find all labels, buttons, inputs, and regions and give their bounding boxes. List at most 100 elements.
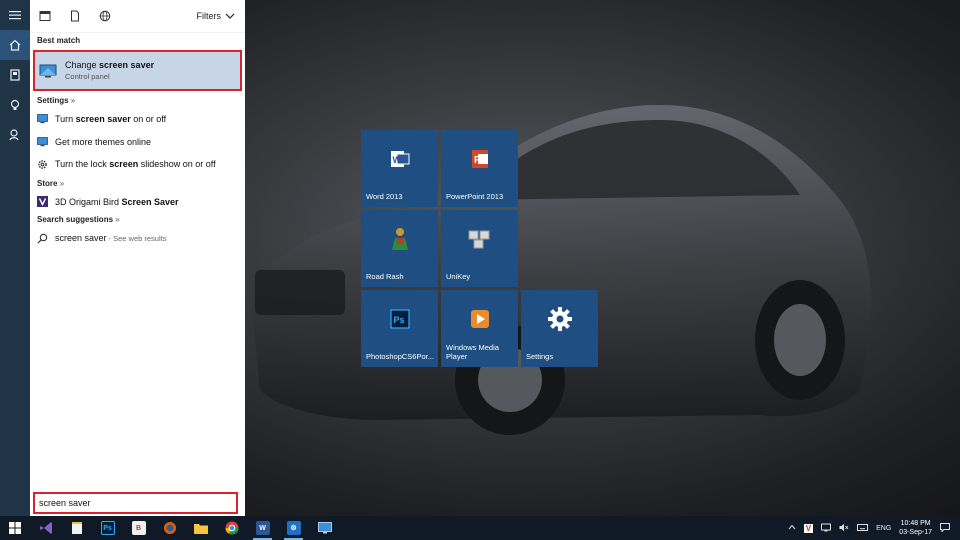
- result-text: Turn the lock screen slideshow on or off: [55, 159, 216, 170]
- taskbar-chrome[interactable]: [216, 516, 247, 540]
- word-icon: W: [255, 521, 270, 535]
- feedback-button[interactable]: [0, 120, 30, 150]
- tile-label: UniKey: [446, 272, 471, 281]
- search-suggestions-heading[interactable]: Search suggestions »: [30, 213, 245, 227]
- tile-word-2013[interactable]: W Word 2013: [361, 130, 438, 207]
- search-input[interactable]: screen saver: [33, 492, 238, 514]
- taskbar-visual-studio[interactable]: [30, 516, 61, 540]
- photoshop-icon: Ps: [100, 521, 115, 535]
- unikey-tray-badge[interactable]: V: [803, 523, 814, 533]
- road-rash-icon: [391, 228, 408, 251]
- chevron-down-icon: [225, 13, 235, 19]
- search-icon: [37, 233, 48, 244]
- show-hidden-icons-chevron-icon[interactable]: [788, 524, 796, 532]
- suggestion-query: screen saver: [55, 233, 107, 244]
- tile-windows-media-player[interactable]: Windows Media Player: [441, 290, 518, 367]
- car-wallpaper-image: [250, 105, 872, 435]
- display-icon: [37, 114, 48, 125]
- windows-logo-icon: [9, 522, 21, 534]
- tile-label: Settings: [526, 352, 554, 361]
- taskbar-file-explorer[interactable]: [185, 516, 216, 540]
- result-text: Turn screen saver on or off: [55, 114, 167, 125]
- settings-result-get-more-themes[interactable]: Get more themes online: [30, 131, 245, 154]
- store-result-origami-bird[interactable]: 3D Origami Bird Screen Saver: [30, 191, 245, 214]
- start-button[interactable]: [0, 516, 30, 540]
- web-filter-icon[interactable]: [98, 9, 112, 23]
- gear-icon: [547, 307, 572, 332]
- file-explorer-icon: [193, 524, 208, 534]
- tile-label: Road Rash: [366, 272, 404, 281]
- screen-saver-icon: [39, 64, 57, 77]
- tile-photoshop[interactable]: Ps PhotoshopCS6Por...: [361, 290, 438, 367]
- tips-button[interactable]: [0, 90, 30, 120]
- control-panel-icon: [317, 522, 332, 534]
- taskbar-notepad[interactable]: [61, 516, 92, 540]
- best-match-title: Change screen saver: [65, 60, 155, 70]
- gear-icon: [37, 159, 48, 170]
- store-app-icon: [37, 196, 48, 208]
- filters-label: Filters: [196, 11, 222, 21]
- best-match-heading: Best match: [37, 36, 81, 45]
- best-match-result[interactable]: Change screen saver Control panel: [33, 50, 242, 91]
- visual-studio-icon: [39, 522, 52, 534]
- taskbar-firefox[interactable]: [154, 516, 185, 540]
- web-suggestion-result[interactable]: screen saver - See web results: [30, 227, 245, 250]
- lightbulb-icon: [10, 99, 20, 110]
- clock-date: 03-Sep-17: [899, 529, 932, 536]
- word-icon: W: [390, 151, 409, 168]
- notepad-icon: [71, 522, 82, 534]
- svg-text:Ps: Ps: [393, 315, 404, 325]
- tile-powerpoint-2013[interactable]: P PowerPoint 2013: [441, 130, 518, 207]
- tile-road-rash[interactable]: Road Rash: [361, 210, 438, 287]
- settings-heading[interactable]: Settings »: [30, 94, 245, 108]
- settings-result-lock-screen-slideshow[interactable]: Turn the lock screen slideshow on or off: [30, 153, 245, 176]
- network-icon[interactable]: [821, 523, 832, 534]
- tile-label: Windows Media Player: [446, 343, 499, 361]
- firefox-icon: [163, 522, 176, 534]
- taskbar-photoshop[interactable]: Ps: [92, 516, 123, 540]
- settings-result-turn-screen-saver[interactable]: Turn screen saver on or off: [30, 108, 245, 131]
- start-left-rail: [0, 0, 30, 516]
- clock[interactable]: 10:48 PM 03-Sep-17: [899, 519, 932, 537]
- best-match-subtitle: Control panel: [65, 72, 110, 81]
- panel-header: Filters: [30, 0, 245, 33]
- feedback-icon: [9, 129, 19, 141]
- tile-unikey[interactable]: UniKey: [441, 210, 518, 287]
- action-center-icon[interactable]: [940, 522, 950, 534]
- documents-filter-icon[interactable]: [68, 9, 82, 23]
- svg-text:P: P: [474, 155, 481, 166]
- filters-dropdown[interactable]: Filters: [197, 11, 236, 21]
- system-tray: V ENG 10:48 PM 03-Sep-17: [788, 519, 960, 537]
- media-player-icon: [470, 310, 489, 329]
- tile-label: PhotoshopCS6Por...: [366, 352, 434, 361]
- clock-time: 10:48 PM: [900, 520, 931, 527]
- suggestion-hint: - See web results: [108, 233, 167, 243]
- taskbar: Ps B W ⚙ V ENG 10:48 PM 03-Sep-17: [0, 516, 960, 540]
- home-button[interactable]: [0, 30, 30, 60]
- taskbar-app-b[interactable]: B: [123, 516, 154, 540]
- volume-muted-icon[interactable]: [839, 523, 849, 534]
- settings-icon: ⚙: [286, 521, 301, 535]
- photoshop-icon: Ps: [389, 309, 410, 329]
- tile-label: PowerPoint 2013: [446, 192, 504, 201]
- notebook-button[interactable]: [0, 60, 30, 90]
- keyboard-icon[interactable]: [857, 523, 869, 533]
- home-icon: [9, 39, 21, 51]
- tile-label: Word 2013: [366, 192, 403, 201]
- apps-filter-icon[interactable]: [38, 9, 52, 23]
- language-indicator[interactable]: ENG: [876, 525, 891, 532]
- svg-text:W: W: [392, 155, 401, 165]
- taskbar-control-panel[interactable]: [309, 516, 340, 540]
- unikey-icon: [468, 230, 489, 249]
- result-text: 3D Origami Bird Screen Saver: [55, 196, 179, 207]
- hamburger-icon: [9, 11, 21, 20]
- taskbar-word[interactable]: W: [247, 516, 278, 540]
- store-heading[interactable]: Store »: [30, 177, 245, 191]
- hamburger-menu-button[interactable]: [0, 0, 30, 30]
- search-results-panel: Filters Best match Change screen saver C…: [30, 0, 245, 516]
- taskbar-settings[interactable]: ⚙: [278, 516, 309, 540]
- display-icon: [37, 136, 48, 147]
- result-text: Get more themes online: [55, 136, 152, 147]
- tile-settings[interactable]: Settings: [521, 290, 598, 367]
- app-b-icon: B: [131, 521, 146, 535]
